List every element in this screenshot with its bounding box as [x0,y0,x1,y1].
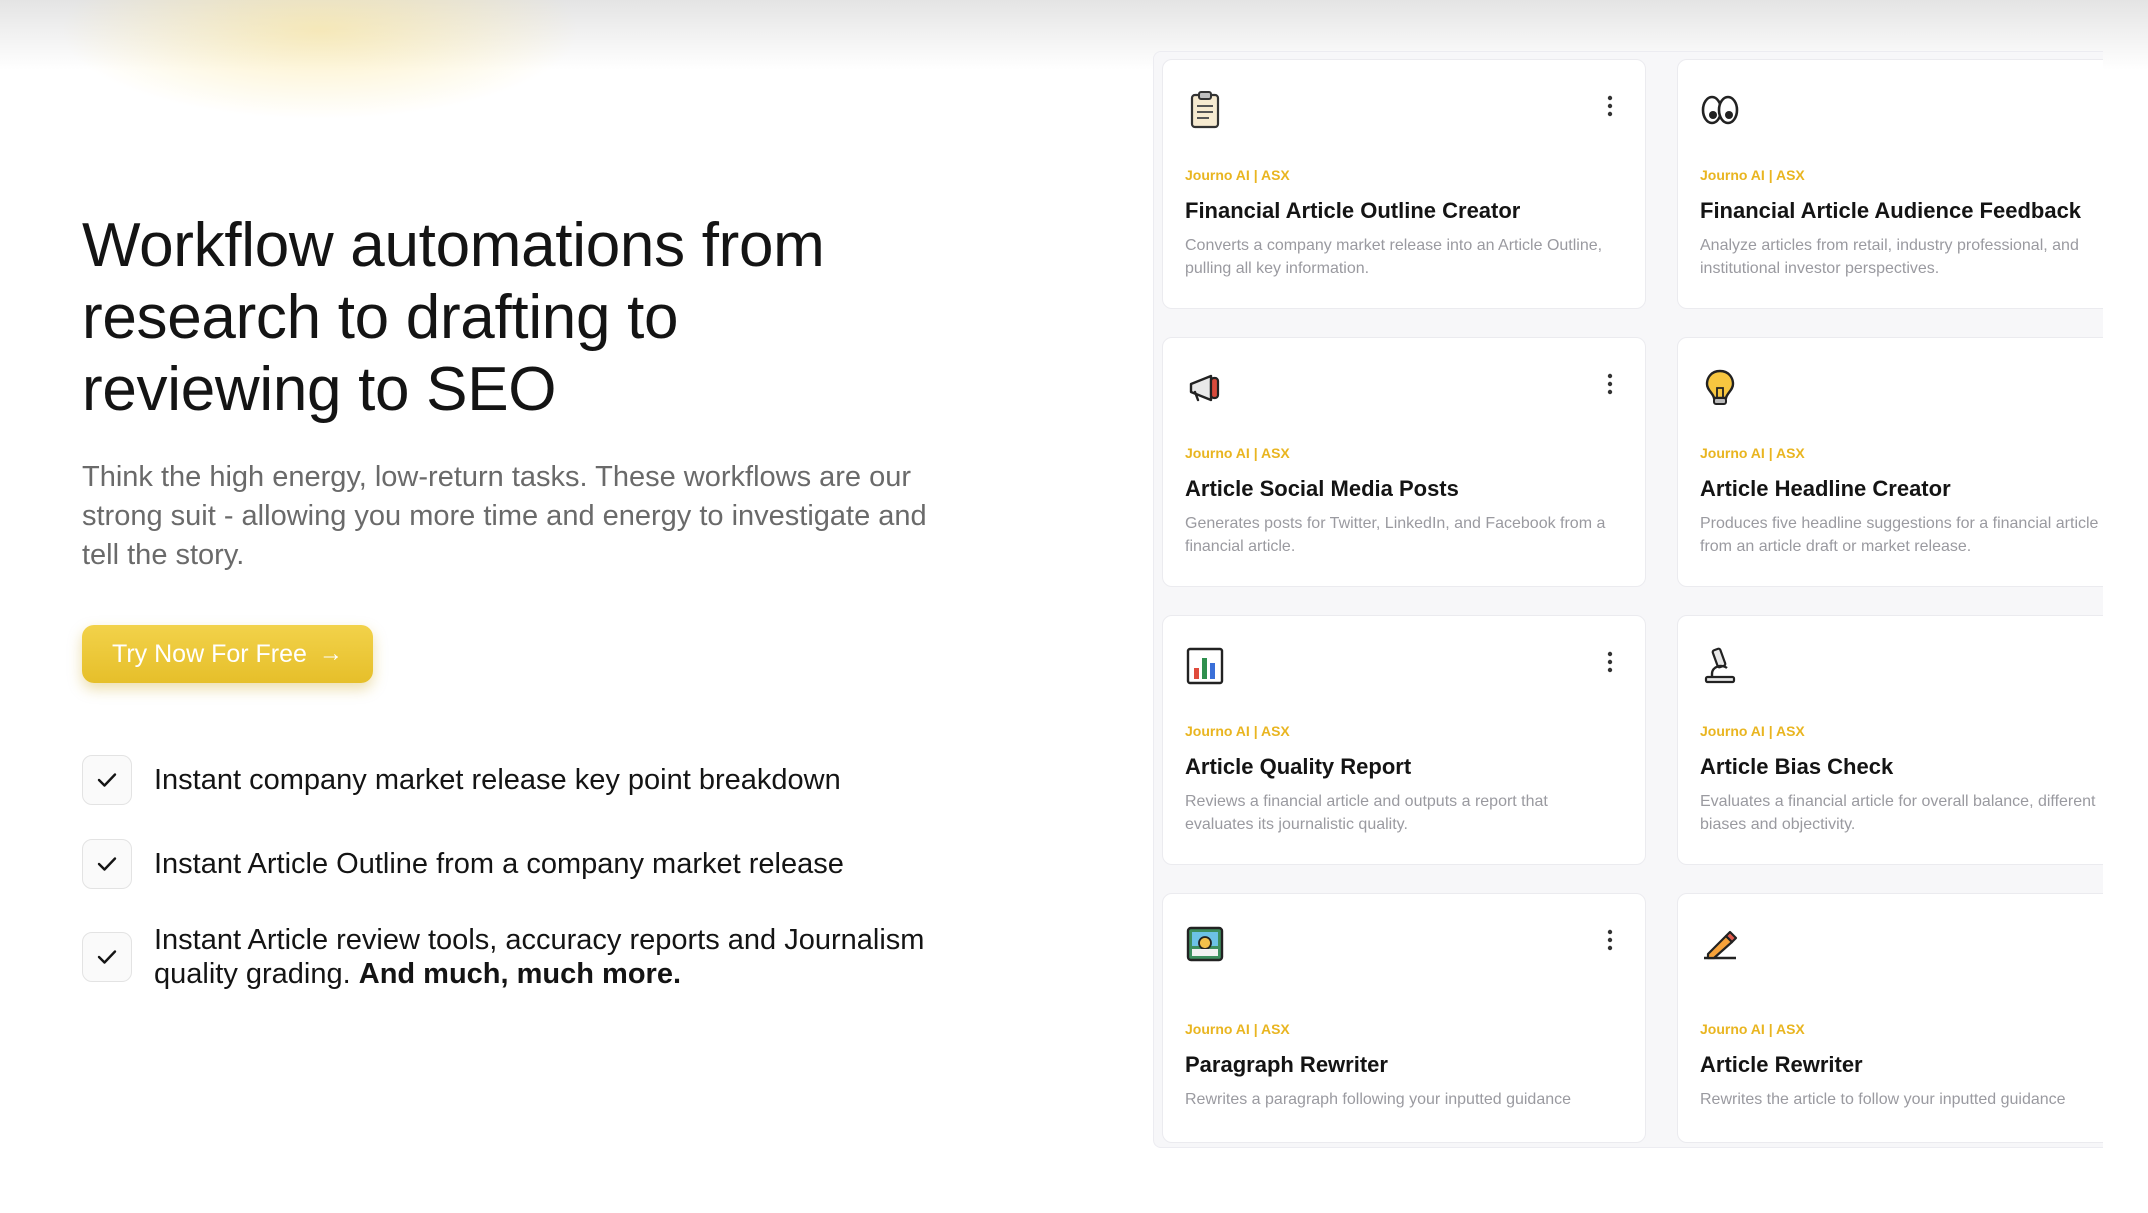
lightbulb-icon [1700,368,1740,408]
card-tag: Journo AI | ASX [1185,1021,1290,1037]
card-description: Converts a company market release into a… [1185,237,1603,277]
workflow-card[interactable]: Journo AI | ASX Financial Article Audien… [1677,59,2103,309]
check-icon [82,755,132,805]
try-now-button[interactable]: Try Now For Free → [82,625,373,683]
workflow-card[interactable]: Journo AI | ASX Article Rewriter Rewrite… [1677,893,2103,1143]
card-title: Article Rewriter [1700,1052,1863,1077]
megaphone-icon [1185,368,1225,408]
card-description: Reviews a financial article and outputs … [1185,793,1548,833]
card-tag: Journo AI | ASX [1700,723,1805,739]
workflow-card[interactable]: Journo AI | ASX Paragraph Rewriter Rewri… [1162,893,1646,1143]
pencil-icon [1700,924,1740,964]
card-title: Article Headline Creator [1700,476,1951,501]
card-tag: Journo AI | ASX [1700,445,1805,461]
hero-headline: Workflow automations from research to dr… [82,211,825,424]
card-description: Analyze articles from retail, industry p… [1700,237,2079,277]
card-title: Paragraph Rewriter [1185,1052,1388,1077]
workflow-cards-panel: Journo AI | ASX Financial Article Outlin… [1153,51,2103,1148]
try-now-label: Try Now For Free [112,639,307,668]
microscope-icon [1700,646,1740,686]
bar-chart-icon [1185,646,1225,686]
picture-icon [1185,924,1225,964]
card-tag: Journo AI | ASX [1700,167,1805,183]
yellow-glow [60,0,580,120]
feature-list: Instant company market release key point… [82,755,1002,991]
card-description: Rewrites a paragraph following your inpu… [1185,1091,1572,1108]
check-icon [82,839,132,889]
workflow-card[interactable]: Journo AI | ASX Article Bias Check Evalu… [1677,615,2103,865]
card-title: Article Quality Report [1185,754,1412,779]
card-description: Evaluates a financial article for overal… [1700,793,2096,833]
feature-item: Instant company market release key point… [82,755,1002,805]
workflow-card[interactable]: Journo AI | ASX Article Social Media Pos… [1162,337,1646,587]
card-description: Rewrites the article to follow your inpu… [1700,1091,2066,1108]
card-title: Article Bias Check [1700,754,1894,779]
card-tag: Journo AI | ASX [1185,723,1290,739]
workflow-card[interactable]: Journo AI | ASX Financial Article Outlin… [1162,59,1646,309]
more-options-icon[interactable] [1605,928,1615,952]
more-options-icon[interactable] [1605,94,1615,118]
workflow-card[interactable]: Journo AI | ASX Article Headline Creator… [1677,337,2103,587]
card-title: Financial Article Audience Feedback [1700,198,2082,223]
feature-item: Instant Article review tools, accuracy r… [82,923,1002,991]
card-tag: Journo AI | ASX [1700,1021,1805,1037]
more-options-icon[interactable] [1605,372,1615,396]
card-title: Financial Article Outline Creator [1185,198,1521,223]
card-description: Produces five headline suggestions for a… [1700,515,2099,555]
arrow-right-icon: → [318,640,343,667]
more-options-icon[interactable] [1605,650,1615,674]
feature-text: Instant Article Outline from a company m… [154,848,844,880]
card-description: Generates posts for Twitter, LinkedIn, a… [1185,515,1606,555]
feature-text: Instant Article review tools, accuracy r… [154,923,1002,991]
feature-text-bold: And much, much more. [358,958,682,990]
card-tag: Journo AI | ASX [1185,167,1290,183]
feature-item: Instant Article Outline from a company m… [82,839,1002,889]
workflow-card[interactable]: Journo AI | ASX Article Quality Report R… [1162,615,1646,865]
card-title: Article Social Media Posts [1185,476,1459,501]
hero-subtitle: Think the high energy, low-return tasks.… [82,461,927,571]
feature-text: Instant company market release key point… [154,764,841,796]
eyes-icon [1700,90,1740,130]
check-icon [82,932,132,982]
clipboard-icon [1185,90,1225,130]
hero-section: Workflow automations from research to dr… [82,210,1002,1025]
card-tag: Journo AI | ASX [1185,445,1290,461]
